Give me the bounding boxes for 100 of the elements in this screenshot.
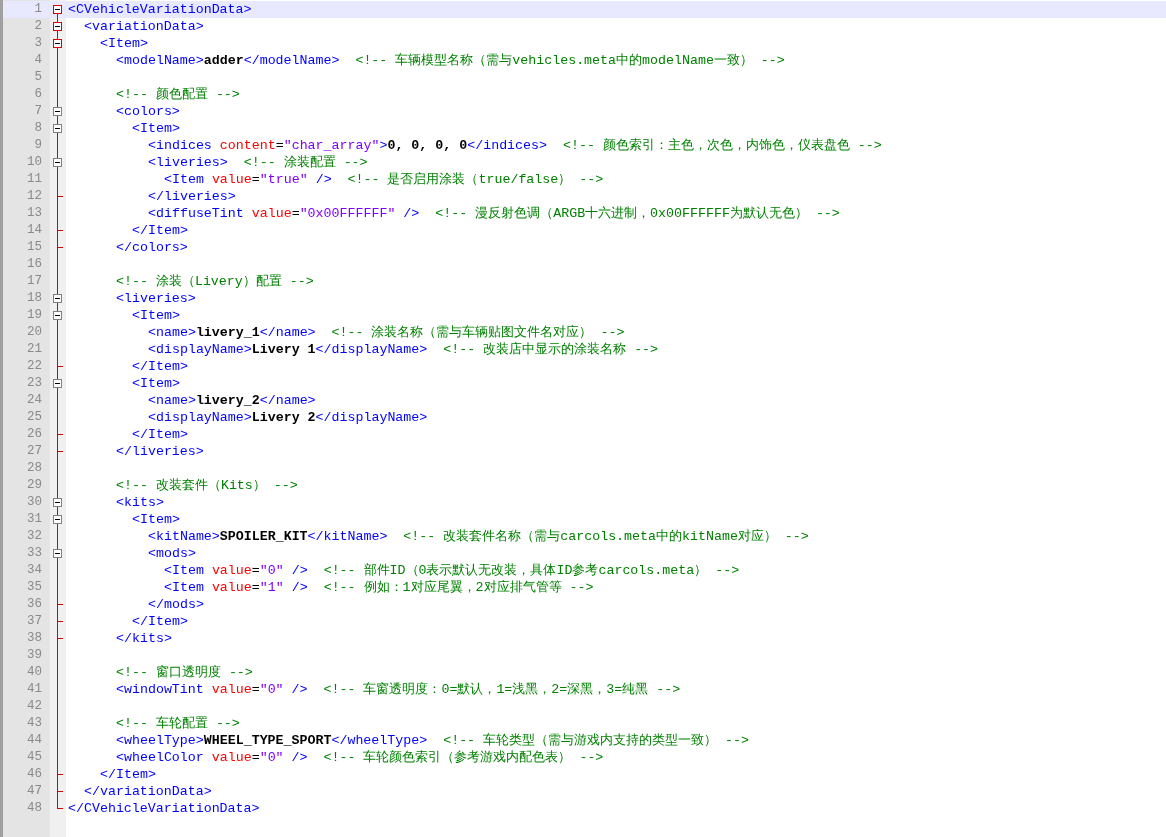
fold-minus-icon[interactable] (53, 158, 62, 167)
fold-end-marker (57, 366, 63, 367)
line-number: 18 (27, 291, 42, 305)
code-line: <CVehicleVariationData> (67, 2, 252, 17)
code-line: <Item> (99, 36, 148, 51)
fold-end-marker (57, 196, 63, 197)
fold-minus-icon[interactable] (53, 22, 62, 31)
code-line: <Item value="true" /> <!-- 是否启用涂装（true/false） --> (163, 172, 604, 187)
line-number: 11 (27, 172, 42, 186)
line-number: 8 (34, 121, 42, 135)
fold-end-marker (57, 604, 63, 605)
code-line: </Item> (99, 767, 156, 782)
code-line: <windowTint value="0" /> <!-- 车窗透明度：0=默认，1=浅黑，2=深黑，3=纯黑 --> (115, 682, 681, 697)
fold-end-marker (57, 774, 63, 775)
code-line: <liveries> (115, 291, 196, 306)
code-line: <name>livery_1</name> <!-- 涂装名称（需与车辆贴图文件名对应） --> (147, 325, 625, 340)
fold-minus-icon[interactable] (53, 549, 62, 558)
line-number: 2 (34, 19, 42, 33)
line-number: 25 (27, 410, 42, 424)
line-number: 22 (27, 359, 42, 373)
line-number: 37 (27, 614, 42, 628)
code-line: <!-- 车轮配置 --> (115, 716, 240, 731)
code-line: <!-- 窗口透明度 --> (115, 665, 253, 680)
code-line: </Item> (131, 223, 188, 238)
code-line: </Item> (131, 427, 188, 442)
line-number: 16 (27, 257, 42, 271)
code-line: <Item> (131, 308, 180, 323)
code-line: </liveries> (115, 444, 204, 459)
line-number: 19 (27, 308, 42, 322)
code-line: </Item> (131, 359, 188, 374)
fold-minus-icon[interactable] (53, 311, 62, 320)
fold-minus-icon[interactable] (53, 107, 62, 116)
code-line: <liveries> <!-- 涂装配置 --> (147, 155, 368, 170)
line-number: 13 (27, 206, 42, 220)
code-line: </Item> (131, 614, 188, 629)
line-number: 10 (27, 155, 42, 169)
code-line: </kits> (115, 631, 172, 646)
line-number: 38 (27, 631, 42, 645)
line-number: 29 (27, 478, 42, 492)
line-number: 44 (27, 733, 42, 747)
code-line: <!-- 涂装（Livery）配置 --> (115, 274, 314, 289)
line-number: 1 (34, 2, 42, 16)
code-line: <variationData> (83, 19, 204, 34)
code-line: <wheelColor value="0" /> <!-- 车轮颜色索引（参考游戏内配色表） --> (115, 750, 604, 765)
fold-end-marker (57, 230, 63, 231)
code-line: <displayName>Livery 1</displayName> <!-- 改装店中显示的涂装名称 --> (147, 342, 659, 357)
line-number: 47 (27, 784, 42, 798)
line-number: 35 (27, 580, 42, 594)
code-line: </mods> (147, 597, 204, 612)
line-number: 20 (27, 325, 42, 339)
fold-minus-icon[interactable] (53, 515, 62, 524)
fold-end-marker (57, 247, 63, 248)
line-number: 27 (27, 444, 42, 458)
fold-minus-icon[interactable] (53, 498, 62, 507)
line-number: 9 (34, 138, 42, 152)
line-number: 41 (27, 682, 42, 696)
line-number: 33 (27, 546, 42, 560)
code-line: </variationData> (83, 784, 212, 799)
line-number: 12 (27, 189, 42, 203)
line-number: 3 (34, 36, 42, 50)
line-number: 34 (27, 563, 42, 577)
line-number: 36 (27, 597, 42, 611)
code-line: <!-- 颜色配置 --> (115, 87, 240, 102)
code-line: </colors> (115, 240, 188, 255)
fold-minus-icon[interactable] (53, 379, 62, 388)
line-number: 32 (27, 529, 42, 543)
fold-end-marker (57, 451, 63, 452)
line-number: 39 (27, 648, 42, 662)
code-line: <Item> (131, 376, 180, 391)
line-number: 5 (34, 70, 42, 84)
line-number: 6 (34, 87, 42, 101)
fold-minus-icon[interactable] (53, 124, 62, 133)
code-line: <diffuseTint value="0x00FFFFFF" /> <!-- 漫反射色调（ARGB十六进制，0x00FFFFFF为默认无色） --> (147, 206, 840, 221)
fold-end-marker (57, 638, 63, 639)
line-number: 43 (27, 716, 42, 730)
line-number: 30 (27, 495, 42, 509)
line-number: 14 (27, 223, 42, 237)
code-line: <colors> (115, 104, 180, 119)
code-line: <name>livery_2</name> (147, 393, 316, 408)
line-number: 4 (34, 53, 42, 67)
line-number: 7 (34, 104, 42, 118)
code-line: <wheelType>WHEEL_TYPE_SPORT</wheelType> <!-- 车轮类型（需与游戏内支持的类型一致） --> (115, 733, 749, 748)
fold-end-marker (57, 434, 63, 435)
fold-minus-icon[interactable] (53, 294, 62, 303)
code-line: <Item> (131, 512, 180, 527)
code-line: <indices content="char_array">0, 0, 0, 0</indices> <!-- 颜色索引：主色，次色，内饰色，仪表盘色 --> (147, 138, 882, 153)
fold-minus-icon[interactable] (53, 5, 62, 14)
line-number: 48 (27, 801, 42, 815)
line-number: 28 (27, 461, 42, 475)
line-number: 24 (27, 393, 42, 407)
fold-end-marker (57, 808, 63, 809)
code-line: <Item value="0" /> <!-- 部件ID（0表示默认无改装，具体ID参考carcols.meta） --> (163, 563, 740, 578)
code-line: <kits> (115, 495, 164, 510)
code-line: </CVehicleVariationData> (67, 801, 260, 816)
code-line: <!-- 改装套件（Kits） --> (115, 478, 298, 493)
line-number: 31 (27, 512, 42, 526)
code-line: <displayName>Livery 2</displayName> (147, 410, 428, 425)
line-number: 42 (27, 699, 42, 713)
line-number: 21 (27, 342, 42, 356)
fold-minus-icon[interactable] (53, 39, 62, 48)
